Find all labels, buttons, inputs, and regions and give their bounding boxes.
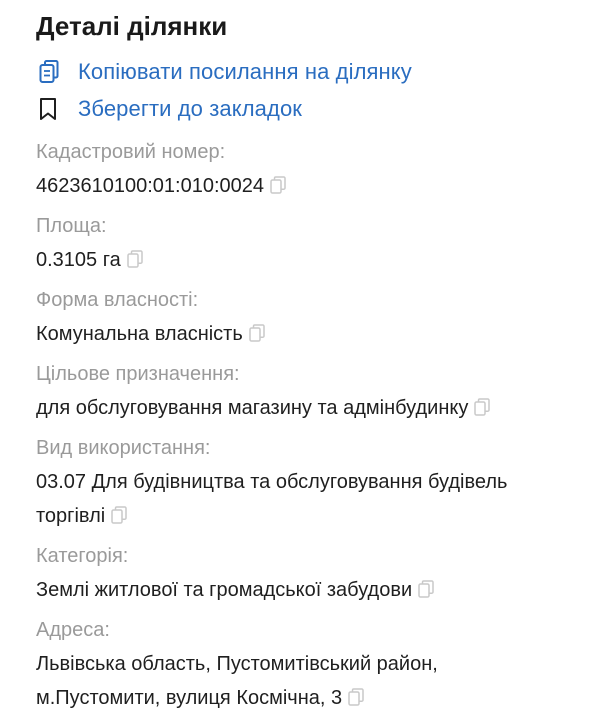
field-label: Форма власності: [36, 289, 199, 311]
address-value-line1: Львівська область, Пустомитівський район… [36, 653, 438, 675]
copy-icon[interactable] [126, 245, 143, 279]
field-purpose: Цільове призначення: для обслуговування … [36, 359, 570, 427]
copy-link-label: Копіювати посилання на ділянку [78, 59, 412, 84]
field-usage-type: Вид використання: 03.07 Для будівництва … [36, 433, 570, 535]
field-value: 4623610100:01:010:0024 [36, 169, 570, 205]
copy-icon[interactable] [270, 171, 286, 205]
address-value-line2: м.Пустомити, вулиця Космічна, 3 [36, 687, 343, 709]
field-area: Площа: 0.3105 га [36, 211, 570, 279]
field-address: Адреса: Львівська область, Пустомитівськ… [36, 615, 570, 717]
area-value: 0.3105 га [36, 249, 121, 271]
purpose-value: для обслуговування магазину та адмінбуди… [36, 397, 469, 419]
usage-type-value-line2: торгівлі [36, 505, 106, 527]
field-label: Категорія: [36, 545, 129, 567]
cadastral-number-value: 4623610100:01:010:0024 [36, 175, 265, 197]
copy-icon[interactable] [249, 319, 265, 353]
save-bookmark-button[interactable]: Зберегти до закладок [36, 93, 570, 125]
field-label: Адреса: [36, 619, 110, 641]
copy-icon[interactable] [348, 683, 364, 717]
field-label: Площа: [36, 215, 107, 237]
copy-link-button[interactable]: Копіювати посилання на ділянку [36, 56, 570, 88]
bookmark-label: Зберегти до закладок [78, 96, 302, 121]
page-title: Деталі ділянки [36, 11, 228, 41]
field-category: Категорія: Землі житлової та громадської… [36, 541, 570, 609]
copy-icon[interactable] [474, 393, 491, 427]
parcel-fields: Кадастровий номер: 4623610100:01:010:002… [36, 137, 570, 717]
bookmark-icon [36, 95, 66, 123]
usage-type-value-line1: 03.07 Для будівництва та обслуговування … [36, 471, 508, 493]
clipboard-copy-icon [36, 58, 66, 86]
ownership-form-value: Комунальна власність [36, 323, 243, 345]
field-value: для обслуговування магазину та адмінбуди… [36, 391, 570, 427]
field-value: Комунальна власність [36, 317, 570, 353]
field-label: Цільове призначення: [36, 363, 240, 385]
field-value: 03.07 Для будівництва та обслуговування … [36, 465, 570, 535]
copy-icon[interactable] [418, 575, 434, 609]
copy-icon[interactable] [111, 501, 127, 535]
field-ownership-form: Форма власності: Комунальна власність [36, 285, 570, 353]
parcel-details-panel: Деталі ділянки Копіювати посилання на ді… [36, 0, 570, 717]
field-value: Львівська область, Пустомитівський район… [36, 647, 570, 717]
category-value: Землі житлової та громадської забудови [36, 579, 413, 601]
field-label: Вид використання: [36, 437, 211, 459]
field-cadastral-number: Кадастровий номер: 4623610100:01:010:002… [36, 137, 570, 205]
field-value: Землі житлової та громадської забудови [36, 573, 570, 609]
field-value: 0.3105 га [36, 243, 570, 279]
field-label: Кадастровий номер: [36, 141, 226, 163]
